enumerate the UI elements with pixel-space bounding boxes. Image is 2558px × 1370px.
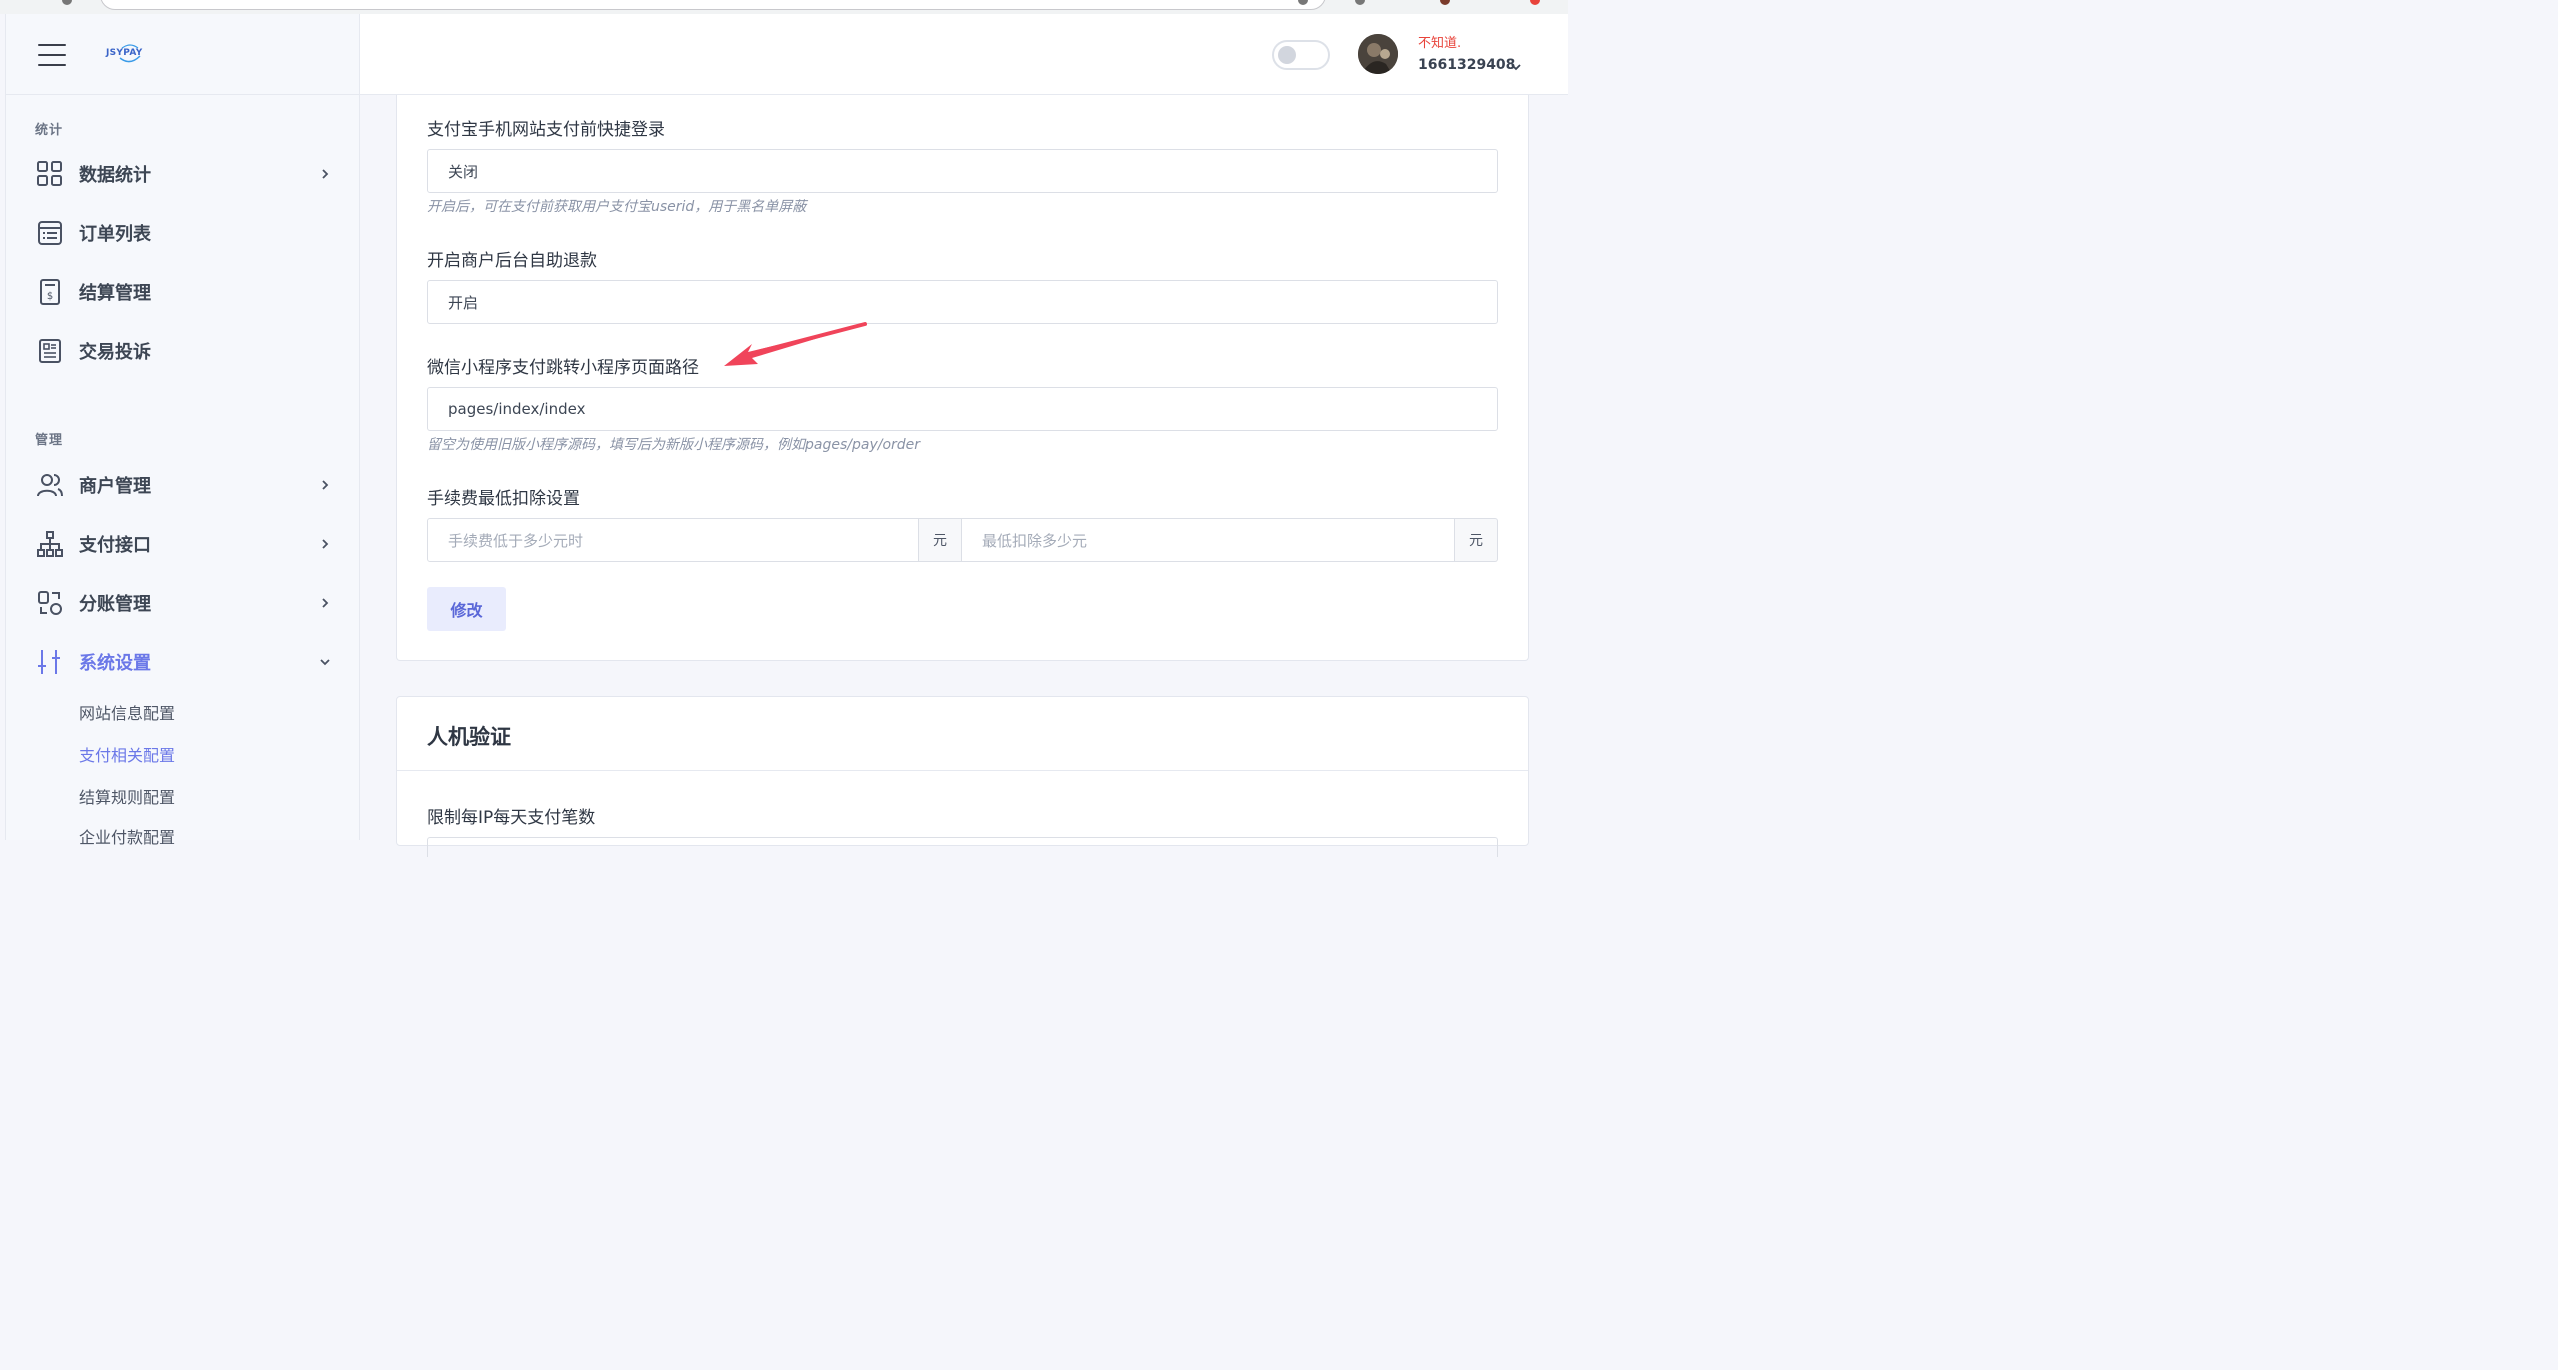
user-id[interactable]: 1661329408 <box>1418 57 1515 73</box>
section-label-stats: 统计 <box>35 123 64 138</box>
logo-text: JSYPAY <box>106 48 143 58</box>
field-label-self-refund: 开启商户后台自助退款 <box>427 251 597 271</box>
field-help-alipay-quick-login: 开启后，可在支付前获取用户支付宝userid，用于黑名单屏蔽 <box>427 199 807 215</box>
annotation-arrow-icon <box>724 322 867 366</box>
sidebar-item-system-settings[interactable]: 系统设置 <box>6 637 361 687</box>
chevron-down-icon[interactable] <box>1510 62 1522 72</box>
chevron-right-icon <box>322 598 329 608</box>
min-fee-input-group: 手续费低于多少元时 元 最低扣除多少元 元 <box>427 518 1498 562</box>
sidebar-item-label: 订单列表 <box>79 224 151 245</box>
svg-text:$: $ <box>47 291 53 302</box>
toggle-knob <box>1278 46 1296 64</box>
users-icon <box>37 474 63 497</box>
extension-icon[interactable] <box>1355 0 1365 5</box>
card-title: 人机验证 <box>427 725 511 749</box>
field-label-ip-daily-limit: 限制每IP每天支付笔数 <box>427 808 596 828</box>
sidebar-item-settlement[interactable]: $ 结算管理 <box>6 267 361 317</box>
chevron-down-icon <box>320 659 330 666</box>
field-label-miniprogram-path: 微信小程序支付跳转小程序页面路径 <box>427 358 699 378</box>
alipay-quick-login-select[interactable]: 关闭 <box>427 149 1498 193</box>
sidebar-item-label: 系统设置 <box>79 653 151 674</box>
split-icon <box>38 591 62 615</box>
sidebar-subitem-site-info[interactable]: 网站信息配置 <box>79 700 175 724</box>
logo[interactable]: JSYPAY <box>106 40 154 66</box>
captcha-settings-card: 人机验证 限制每IP每天支付笔数 <box>396 696 1529 857</box>
input-addon-yuan: 元 <box>919 518 962 562</box>
sidebar-item-split-accounts[interactable]: 分账管理 <box>6 578 361 628</box>
submit-button[interactable]: 修改 <box>427 587 506 631</box>
address-bar[interactable] <box>100 0 1326 10</box>
sliders-icon <box>38 650 60 674</box>
profile-icon[interactable] <box>1440 0 1450 5</box>
input-addon-yuan: 元 <box>1455 518 1498 562</box>
chevron-right-icon <box>322 480 329 490</box>
section-label-manage: 管理 <box>35 433 64 448</box>
field-help-miniprogram-path: 留空为使用旧版小程序源码，填写后为新版小程序源码，例如pages/pay/ord… <box>427 437 921 453</box>
sidebar-subitem-payment-config[interactable]: 支付相关配置 <box>79 742 175 766</box>
sidebar-item-label: 结算管理 <box>79 283 151 304</box>
sidebar: JSYPAY 统计 数据统计 订单列表 $ 结算管理 交易投诉 管理 商户管理 … <box>5 14 361 847</box>
ip-daily-limit-input[interactable] <box>427 837 1498 857</box>
hamburger-menu-icon[interactable] <box>38 44 66 66</box>
sidebar-item-label: 分账管理 <box>79 594 151 615</box>
sidebar-subitem-settlement-rules[interactable]: 结算规则配置 <box>79 784 175 808</box>
sidebar-item-complaints[interactable]: 交易投诉 <box>6 326 361 376</box>
theme-toggle[interactable] <box>1272 40 1330 70</box>
newspaper-icon <box>39 339 61 363</box>
menu-icon[interactable] <box>1530 0 1540 5</box>
avatar[interactable] <box>1358 34 1398 74</box>
payment-settings-card: 支付宝手机网站支付前快捷登录 关闭 开启后，可在支付前获取用户支付宝userid… <box>396 95 1529 661</box>
sidebar-item-label: 支付接口 <box>79 535 151 556</box>
chevron-right-icon <box>322 539 329 549</box>
sidebar-item-payment-api[interactable]: 支付接口 <box>6 519 361 569</box>
sidebar-header: JSYPAY <box>6 14 359 95</box>
miniprogram-path-input[interactable]: pages/index/index <box>427 387 1498 431</box>
reload-icon[interactable] <box>62 0 72 5</box>
sidebar-item-merchants[interactable]: 商户管理 <box>6 460 361 510</box>
field-label-min-fee: 手续费最低扣除设置 <box>427 489 580 509</box>
sidebar-item-order-list[interactable]: 订单列表 <box>6 208 361 258</box>
min-fee-threshold-input[interactable]: 手续费低于多少元时 <box>427 518 919 562</box>
document-dollar-icon: $ <box>40 279 60 305</box>
user-name: 不知道. <box>1418 36 1462 51</box>
sidebar-item-label: 交易投诉 <box>79 342 151 363</box>
self-refund-select[interactable]: 开启 <box>427 280 1498 324</box>
sidebar-item-label: 商户管理 <box>79 476 151 497</box>
top-bar: 不知道. 1661329408 <box>360 14 1568 95</box>
chevron-right-icon <box>322 169 329 179</box>
sidebar-item-data-stats[interactable]: 数据统计 <box>6 149 361 199</box>
list-icon <box>38 221 62 245</box>
divider <box>397 770 1528 771</box>
min-fee-deduction-input[interactable]: 最低扣除多少元 <box>962 518 1455 562</box>
sidebar-item-label: 数据统计 <box>79 165 151 186</box>
grid-icon <box>37 161 62 186</box>
sidebar-subitem-enterprise-payout[interactable]: 企业付款配置 <box>79 824 175 848</box>
field-label-alipay-quick-login: 支付宝手机网站支付前快捷登录 <box>427 120 665 140</box>
browser-chrome <box>0 0 1568 14</box>
sitemap-icon <box>37 531 63 557</box>
